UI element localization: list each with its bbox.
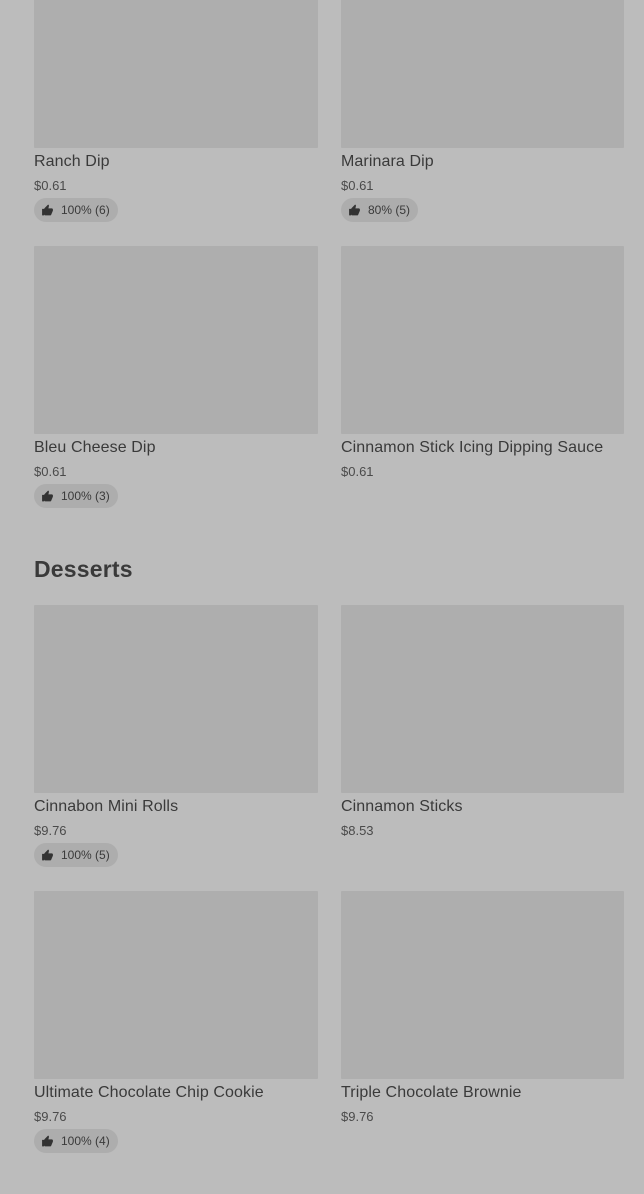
rating-text: 100% (5): [61, 848, 110, 862]
rating-badge: 100% (5): [34, 843, 118, 867]
menu-item-name: Cinnamon Stick Icing Dipping Sauce: [341, 439, 604, 456]
menu-item-card[interactable]: Bleu Cheese Dip $0.61 100% (3): [34, 246, 318, 508]
thumbs-up-icon: [42, 490, 53, 501]
thumbs-up-icon: [42, 1135, 53, 1146]
menu-item-grid: Ranch Dip $0.61 100% (6) Marinara Dip $0…: [34, 0, 624, 508]
menu-item-name: Ranch Dip: [34, 153, 110, 170]
menu-item-price: $0.61: [34, 178, 67, 193]
menu-item-price: $9.76: [34, 1109, 67, 1124]
thumbs-up-icon: [42, 204, 53, 215]
menu-item-image: [34, 0, 318, 148]
menu-item-card[interactable]: Ranch Dip $0.61 100% (6): [34, 0, 318, 222]
rating-text: 100% (6): [61, 203, 110, 217]
menu-item-card[interactable]: Cinnamon Stick Icing Dipping Sauce $0.61: [341, 246, 624, 479]
menu-item-grid: Cinnabon Mini Rolls $9.76 100% (5) Cinna…: [34, 605, 624, 1153]
thumbs-up-icon: [349, 204, 360, 215]
thumbs-up-icon: [42, 849, 53, 860]
rating-badge: 100% (4): [34, 1129, 118, 1153]
rating-text: 80% (5): [368, 203, 411, 217]
menu-item-name: Bleu Cheese Dip: [34, 439, 156, 456]
menu-item-card[interactable]: Cinnabon Mini Rolls $9.76 100% (5): [34, 605, 318, 867]
menu-item-card[interactable]: Marinara Dip $0.61 80% (5): [341, 0, 624, 222]
menu-item-card[interactable]: Cinnamon Sticks $8.53: [341, 605, 624, 838]
menu-item-price: $9.76: [34, 823, 67, 838]
rating-badge: 100% (3): [34, 484, 118, 508]
menu-item-price: $9.76: [341, 1109, 374, 1124]
menu-item-card[interactable]: Ultimate Chocolate Chip Cookie $9.76 100…: [34, 891, 318, 1153]
menu-item-card[interactable]: Triple Chocolate Brownie $9.76: [341, 891, 624, 1124]
menu-item-image: [34, 246, 318, 434]
menu-item-name: Ultimate Chocolate Chip Cookie: [34, 1084, 264, 1101]
menu-item-image: [341, 246, 624, 434]
menu-item-image: [341, 891, 624, 1079]
menu-item-name: Cinnamon Sticks: [341, 798, 463, 815]
rating-text: 100% (4): [61, 1134, 110, 1148]
rating-badge: 80% (5): [341, 198, 419, 222]
menu-item-name: Triple Chocolate Brownie: [341, 1084, 522, 1101]
rating-badge: 100% (6): [34, 198, 118, 222]
menu-item-name: Marinara Dip: [341, 153, 434, 170]
menu-item-price: $0.61: [341, 178, 374, 193]
menu-item-image: [341, 0, 624, 148]
menu-item-price: $8.53: [341, 823, 374, 838]
menu-item-name: Cinnabon Mini Rolls: [34, 798, 179, 815]
menu-item-price: $0.61: [34, 464, 67, 479]
menu-item-image: [34, 891, 318, 1079]
menu-item-price: $0.61: [341, 464, 374, 479]
rating-text: 100% (3): [61, 489, 110, 503]
section-title-desserts: Desserts: [34, 556, 133, 582]
menu-item-image: [34, 605, 318, 793]
menu-item-image: [341, 605, 624, 793]
